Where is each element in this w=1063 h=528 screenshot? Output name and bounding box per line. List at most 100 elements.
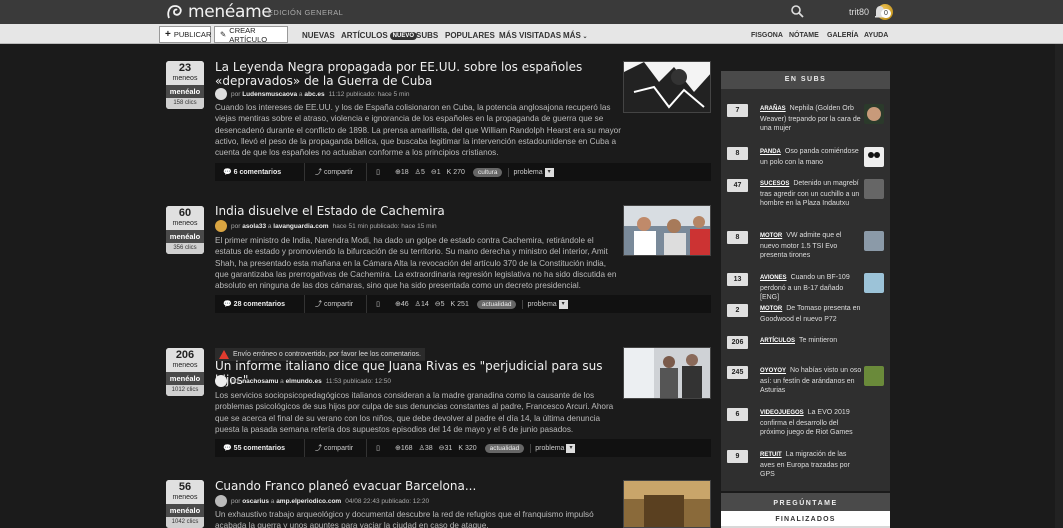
domain-link[interactable]: elmundo.es [286, 378, 322, 385]
stat-votes-val: 46 [400, 301, 409, 308]
clicks-count: 158 clics [166, 98, 204, 109]
stat-votes: ⊕18 [395, 169, 409, 176]
comments-link[interactable]: 💬 28 comentarios [215, 295, 305, 313]
author-link[interactable]: asola33 [242, 223, 266, 230]
karma-val: 270 [453, 168, 465, 176]
sub-name[interactable]: ARAÑAS [760, 106, 786, 112]
preguntame-title[interactable]: PREGÚNTAME [721, 493, 890, 511]
nav-mas[interactable]: MÁS ⌄ [563, 31, 587, 40]
nav-notame[interactable]: NÓTAME [789, 32, 819, 39]
nav-populares[interactable]: POPULARES [445, 31, 495, 40]
problem-select[interactable]: problema ▾ [522, 299, 568, 309]
bookmark-icon[interactable]: ▯ [367, 444, 389, 452]
page-scrollbar[interactable] [1055, 44, 1063, 528]
plus-icon: + [165, 29, 171, 40]
story-thumbnail[interactable] [623, 347, 711, 399]
story-thumbnail[interactable] [623, 480, 711, 528]
domain-link[interactable]: lavanguardia.com [273, 223, 328, 230]
nav-ayuda[interactable]: AYUDA [864, 32, 888, 39]
sub-name[interactable]: VIDEOJUEGOS [760, 410, 804, 416]
author-avatar[interactable] [215, 375, 227, 387]
sub-votes: 2 [727, 304, 748, 317]
sub-name[interactable]: MOTOR [760, 233, 782, 239]
sub-name[interactable]: SUCESOS [760, 181, 789, 187]
story-title[interactable]: Cuando Franco planeó evacuar Barcelona..… [215, 479, 615, 493]
sub-name[interactable]: PANDA [760, 149, 781, 155]
nav-nuevas[interactable]: NUEVAS [302, 31, 335, 40]
problem-select[interactable]: problema ▾ [530, 443, 576, 453]
story-title[interactable]: India disuelve el Estado de Cachemira [215, 204, 615, 218]
domain-link[interactable]: abc.es [304, 91, 324, 98]
sub-votes: 245 [727, 366, 748, 379]
menealo-button[interactable]: menéalo [166, 85, 204, 98]
sub-thumbnail[interactable] [864, 104, 884, 124]
sub-thumbnail[interactable] [864, 147, 884, 167]
preguntame-box: PREGÚNTAME FINALIZADOS [721, 493, 890, 528]
username[interactable]: trit80 [849, 7, 869, 17]
author-link[interactable]: oscarius [242, 498, 269, 505]
author-avatar[interactable] [215, 220, 227, 232]
bookmark-icon[interactable]: ▯ [367, 300, 389, 308]
stat-neg-val: 1 [436, 169, 441, 176]
nav-mas-visitadas[interactable]: MÁS VISITADAS [499, 31, 561, 40]
sub-name[interactable]: AVIONES [760, 275, 787, 281]
nav-subs[interactable]: SUBS [416, 31, 438, 40]
publish-button[interactable]: + PUBLICAR [159, 26, 211, 43]
stat-votes-val: 168 [400, 445, 413, 452]
stat-karma: K 320 [458, 444, 477, 452]
story-thumbnail[interactable] [623, 61, 711, 113]
share-button[interactable]: ⤴ compartir [305, 163, 367, 181]
sub-name[interactable]: MOTOR [760, 306, 782, 312]
story-thumbnail[interactable] [623, 205, 711, 256]
subs-sidebar: EN SUBS 7 ARAÑAS Nephila (Golden Orb Weav… [721, 71, 890, 491]
sub-tag[interactable]: actualidad [484, 443, 525, 453]
nav-galeria[interactable]: GALERÍA [827, 32, 859, 39]
stat-karma: K 270 [446, 168, 465, 176]
problem-select[interactable]: problema ▾ [508, 167, 554, 177]
author-link[interactable]: nachosamu [242, 378, 278, 385]
share-button[interactable]: ⤴ compartir [305, 295, 367, 313]
sub-tag[interactable]: cultura [472, 167, 503, 177]
finalizados-title[interactable]: FINALIZADOS [721, 511, 890, 526]
author-avatar[interactable] [215, 495, 227, 507]
story-summary: Los servicios sociopsicopedagógicos ital… [215, 391, 614, 434]
sub-name[interactable]: OYOYOY [760, 368, 786, 374]
clicks-count: 356 clics [166, 243, 204, 254]
comments-link[interactable]: 💬 6 comentarios [215, 163, 305, 181]
meneame-logo-icon [167, 5, 182, 19]
author-link[interactable]: Ludensmuscaova [242, 91, 297, 98]
search-icon[interactable] [790, 4, 804, 18]
sub-title[interactable]: Te mintieron [799, 337, 837, 344]
comments-link[interactable]: 💬 55 comentarios [215, 439, 305, 457]
sub-tag[interactable]: actualidad [476, 299, 517, 309]
spider-face-thumb [867, 107, 881, 121]
edition-label[interactable]: EDICIÓN GENERAL [268, 8, 343, 17]
sub-thumbnail[interactable] [864, 179, 884, 199]
domain-link[interactable]: amp.elperiodico.com [276, 498, 341, 505]
bookmark-icon[interactable]: ▯ [367, 168, 389, 176]
menealo-button[interactable]: menéalo [166, 504, 204, 517]
create-article-button[interactable]: ✎ CREAR ARTÍCULO [214, 26, 288, 44]
menealo-button[interactable]: menéalo [166, 372, 204, 385]
sub-thumbnail[interactable] [864, 366, 884, 386]
story-title[interactable]: La Leyenda Negra propagada por EE.UU. so… [215, 60, 615, 88]
story-meta: por oscarius a amp.elperiodico.com 04/08… [215, 495, 429, 507]
chevron-down-icon: ⌄ [580, 34, 588, 40]
story-meta: por Ludensmuscaova a abc.es 11:12 public… [215, 88, 409, 100]
story-toolbar: 💬 28 comentarios ⤴ compartir ▯ ⊕46 ♙14 ⊖… [215, 295, 711, 313]
share-button[interactable]: ⤴ compartir [305, 439, 367, 457]
sub-thumbnail[interactable] [864, 273, 884, 293]
share-label: compartir [323, 444, 354, 452]
sub-name[interactable]: RETUIT [760, 452, 782, 458]
sub-thumbnail[interactable] [864, 231, 884, 251]
sub-text: ARTÍCULOS Te mintieron [760, 336, 862, 347]
sub-name[interactable]: ARTÍCULOS [760, 338, 795, 344]
nav-fisgona[interactable]: FISGONA [751, 32, 783, 39]
share-label: compartir [323, 300, 354, 308]
menealo-button[interactable]: menéalo [166, 230, 204, 243]
author-avatar[interactable] [215, 88, 227, 100]
nav-articulos[interactable]: ARTÍCULOS nuevo [341, 31, 418, 40]
sub-text: MOTOR De Tomaso presenta en Goodwood el n… [760, 304, 862, 324]
warning-text: Envío erróneo o controvertido, por favor… [233, 351, 421, 358]
brand-logo[interactable]: menéame [166, 2, 272, 22]
